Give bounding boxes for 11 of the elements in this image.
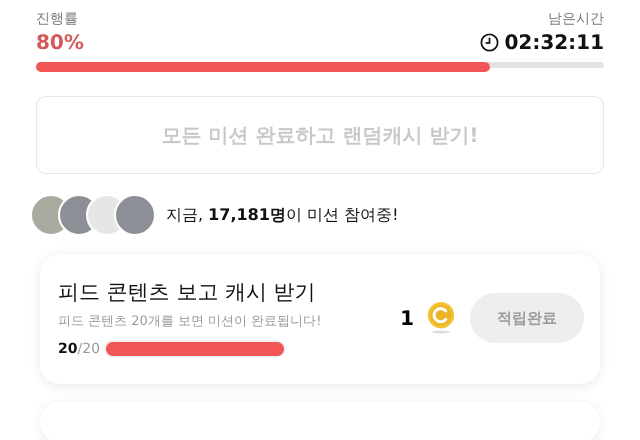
mission-title: 피드 콘텐츠 보고 캐시 받기 <box>58 279 317 306</box>
progress-label: 진행률 <box>36 10 79 28</box>
reward-amount: 1 <box>400 306 414 330</box>
progress-percent: 80% <box>36 30 84 54</box>
clock-icon <box>480 32 498 52</box>
participants-text: 지금, 17,181명이 미션 참여중! <box>166 204 399 226</box>
time-left-label: 남은시간 <box>548 10 604 28</box>
mission-description: 피드 콘텐츠 20개를 보면 미션이 완료됩니다! <box>58 313 322 330</box>
time-left-value: 02:32:11 <box>504 30 604 54</box>
coin-icon <box>426 301 456 335</box>
mission-count: 20/20 <box>58 341 100 357</box>
